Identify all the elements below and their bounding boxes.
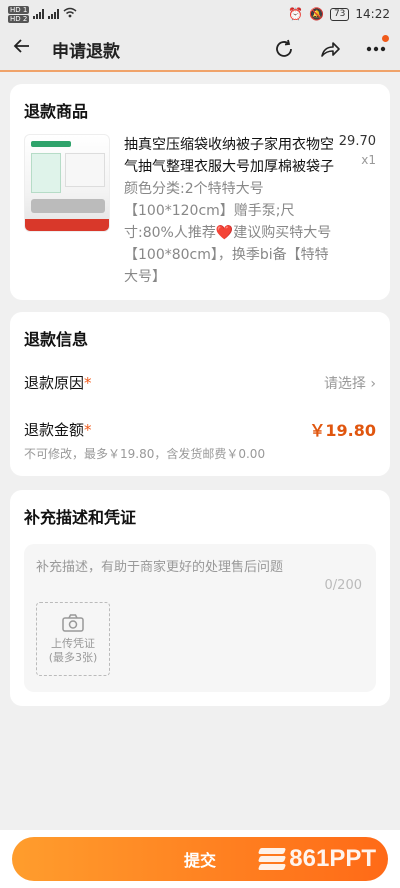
signal-icon-2 bbox=[48, 9, 60, 19]
product-price: 29.70 bbox=[338, 134, 376, 149]
watermark: 861PPT bbox=[258, 845, 376, 873]
refund-amount-note: 不可修改，最多￥19.80，含发货邮费￥0.00 bbox=[24, 447, 266, 461]
refund-info-card: 退款信息 退款原因* 请选择 › 退款金额* ￥19.80 不可修改，最多￥19… bbox=[10, 312, 390, 476]
product-thumbnail bbox=[24, 134, 110, 232]
sim1-badge: HD 1 bbox=[8, 5, 30, 14]
camera-icon bbox=[61, 613, 85, 637]
refund-reason-label: 退款原因* bbox=[24, 374, 92, 392]
clock: 14:22 bbox=[355, 7, 390, 21]
page-title: 申请退款 bbox=[52, 41, 120, 62]
refund-goods-card: 退款商品 抽真空压缩袋收纳被子家用衣物空气抽气整理衣服大号加厚棉被袋子 颜色分类… bbox=[10, 84, 390, 300]
product-qty: x1 bbox=[361, 153, 376, 167]
share-icon[interactable] bbox=[318, 37, 342, 61]
watermark-logo-icon bbox=[258, 848, 287, 870]
notification-dot bbox=[382, 35, 389, 42]
bottom-bar: 提交 861PPT bbox=[0, 830, 400, 888]
watermark-text: 861PPT bbox=[289, 845, 376, 872]
product-item[interactable]: 抽真空压缩袋收纳被子家用衣物空气抽气整理衣服大号加厚棉被袋子 颜色分类:2个特特… bbox=[24, 134, 376, 288]
wifi-icon bbox=[63, 7, 77, 21]
description-placeholder: 补充描述，有助于商家更好的处理售后问题 bbox=[36, 560, 284, 575]
signal-icon bbox=[33, 9, 45, 19]
upload-proof-button[interactable]: 上传凭证 (最多3张) bbox=[36, 602, 110, 676]
status-bar: HD 1 HD 2 ⏰ 🔕 73 14:22 bbox=[0, 0, 400, 28]
description-textarea[interactable]: 补充描述，有助于商家更好的处理售后问题 0/200 上传凭证 (最多3张) bbox=[24, 544, 376, 692]
app-header: 申请退款 bbox=[0, 28, 400, 72]
more-icon[interactable] bbox=[364, 35, 389, 61]
product-price-qty: 29.70 x1 bbox=[336, 134, 376, 288]
submit-button[interactable]: 提交 861PPT bbox=[12, 837, 388, 881]
back-arrow-icon[interactable] bbox=[12, 36, 42, 62]
mute-icon: 🔕 bbox=[309, 7, 324, 21]
refund-amount-value: ￥19.80 bbox=[309, 421, 376, 440]
product-spec: 颜色分类:2个特特大号【100*120cm】赠手泵;尺寸:80%人推荐❤️建议购… bbox=[124, 181, 332, 285]
product-name: 抽真空压缩袋收纳被子家用衣物空气抽气整理衣服大号加厚棉被袋子 bbox=[124, 137, 334, 175]
refresh-icon[interactable] bbox=[272, 37, 296, 61]
refund-info-title: 退款信息 bbox=[24, 330, 89, 349]
header-actions bbox=[272, 35, 389, 61]
sim2-badge: HD 2 bbox=[8, 14, 30, 23]
supplement-title: 补充描述和凭证 bbox=[24, 508, 137, 527]
supplement-card: 补充描述和凭证 补充描述，有助于商家更好的处理售后问题 0/200 上传凭证 (… bbox=[10, 490, 390, 706]
refund-amount-label: 退款金额* bbox=[24, 420, 92, 439]
char-counter: 0/200 bbox=[324, 578, 362, 593]
refund-goods-title: 退款商品 bbox=[24, 102, 89, 121]
refund-amount-row: 退款金额* ￥19.80 bbox=[24, 417, 376, 441]
upload-label: 上传凭证 bbox=[51, 637, 95, 650]
submit-label: 提交 bbox=[183, 851, 216, 870]
alarm-icon: ⏰ bbox=[288, 7, 303, 21]
chevron-right-icon: › bbox=[370, 375, 376, 392]
product-info: 抽真空压缩袋收纳被子家用衣物空气抽气整理衣服大号加厚棉被袋子 颜色分类:2个特特… bbox=[124, 134, 336, 288]
sim-indicators: HD 1 HD 2 bbox=[8, 5, 30, 23]
status-right: ⏰ 🔕 73 14:22 bbox=[288, 7, 390, 21]
status-left: HD 1 HD 2 bbox=[8, 5, 77, 23]
refund-reason-select[interactable]: 请选择 › bbox=[324, 373, 376, 393]
upload-limit: (最多3张) bbox=[48, 651, 98, 664]
refund-reason-row[interactable]: 退款原因* 请选择 › bbox=[24, 372, 376, 393]
battery-icon: 73 bbox=[329, 7, 350, 21]
